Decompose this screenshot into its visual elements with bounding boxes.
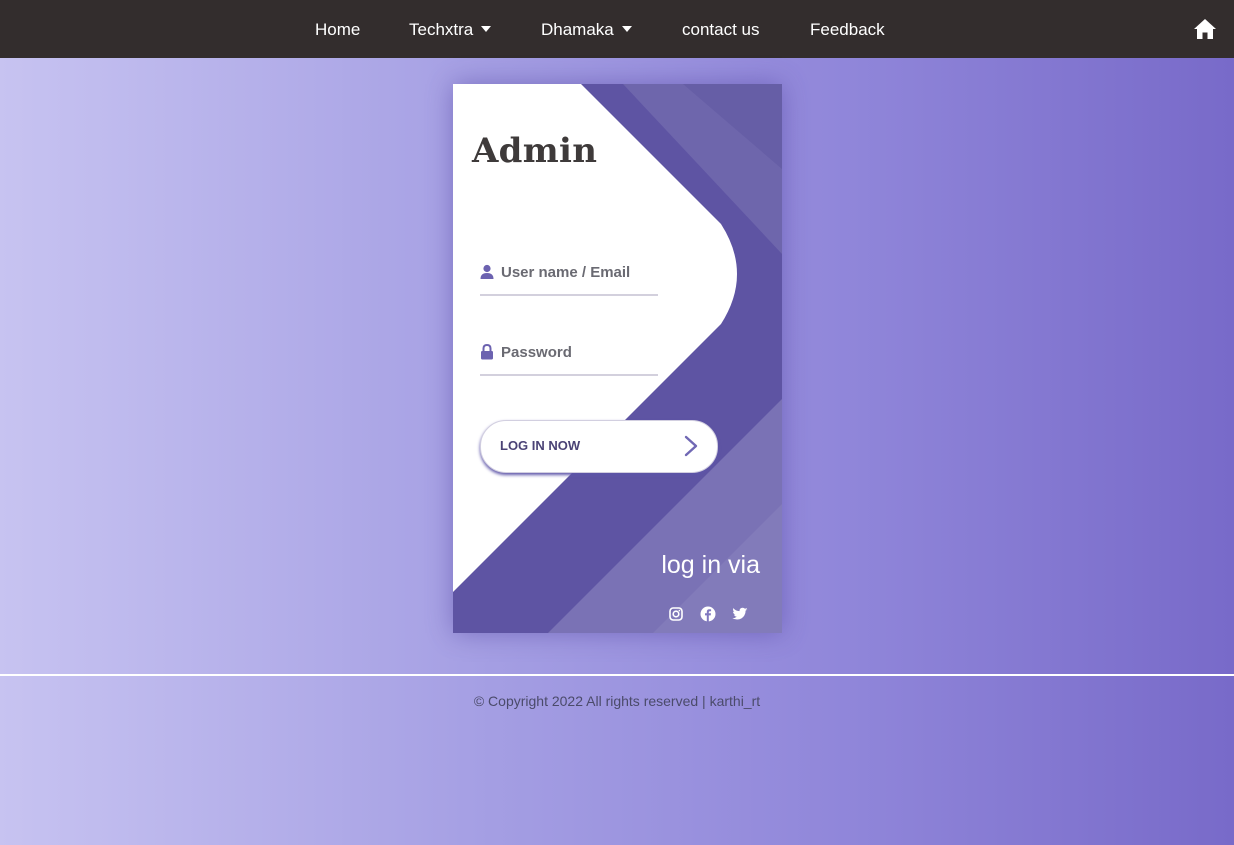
- nav-contact-link[interactable]: contact us: [682, 19, 760, 41]
- nav-home-link[interactable]: Home: [315, 19, 360, 41]
- login-button[interactable]: LOG IN NOW: [480, 420, 718, 473]
- home-icon: [1194, 19, 1216, 39]
- page-title: Admin: [472, 131, 598, 171]
- user-icon: [480, 264, 494, 279]
- nav-techxtra-label: Techxtra: [409, 20, 474, 39]
- nav-feedback-label: Feedback: [810, 20, 885, 39]
- chevron-right-icon: [684, 435, 698, 457]
- instagram-icon: [669, 607, 683, 621]
- footer-copyright: © Copyright 2022 All rights reserved | k…: [473, 693, 761, 709]
- password-field: [480, 334, 658, 376]
- caret-down-icon: [481, 25, 492, 32]
- instagram-link[interactable]: [668, 606, 684, 622]
- lock-icon: [481, 344, 493, 360]
- facebook-icon: [700, 606, 716, 622]
- username-input[interactable]: [501, 260, 651, 284]
- login-via-label: log in via: [661, 551, 760, 579]
- nav-dhamaka-label: Dhamaka: [541, 20, 614, 39]
- facebook-link[interactable]: [700, 606, 716, 622]
- nav-home-label: Home: [315, 20, 361, 39]
- twitter-link[interactable]: [732, 606, 748, 622]
- footer-divider: [0, 674, 1234, 676]
- login-card: Admin LOG IN NOW log in via: [453, 84, 782, 633]
- twitter-icon: [732, 607, 748, 620]
- nav-techxtra-dropdown[interactable]: Techxtra: [409, 19, 492, 41]
- nav-dhamaka-dropdown[interactable]: Dhamaka: [541, 19, 632, 41]
- username-field: [480, 254, 658, 296]
- nav-contact-label: contact us: [682, 20, 760, 39]
- home-button[interactable]: [1193, 18, 1217, 40]
- caret-down-icon: [621, 25, 632, 32]
- password-input[interactable]: [501, 340, 651, 364]
- login-button-label: LOG IN NOW: [500, 438, 581, 453]
- nav-feedback-link[interactable]: Feedback: [810, 19, 885, 41]
- navbar: Home Techxtra Dhamaka contact us Feedbac…: [0, 0, 1234, 58]
